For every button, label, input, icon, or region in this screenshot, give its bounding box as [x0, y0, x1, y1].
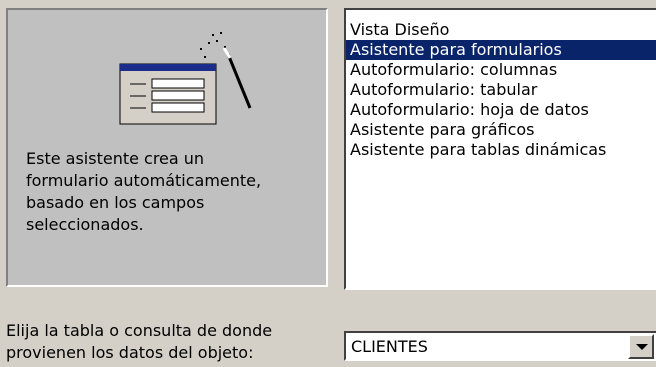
wizard-type-list[interactable]: Vista Diseño Asistente para formularios Au…	[344, 8, 656, 290]
wizard-list-item[interactable]: Autoformulario: columnas	[346, 60, 656, 80]
wizard-list-item[interactable]: Autoformulario: tabular	[346, 80, 656, 100]
wizard-list-item[interactable]: Vista Diseño	[346, 20, 656, 40]
source-prompt-label: Elija la tabla o consulta de donde provi…	[6, 321, 273, 362]
wizard-list-item[interactable]: Autoformulario: hoja de datos	[346, 100, 656, 120]
wizard-list-item[interactable]: Asistente para tablas dinámicas	[346, 140, 656, 160]
dropdown-button[interactable]	[628, 334, 654, 359]
form-wizard-icon	[119, 32, 252, 125]
wizard-description: Este asistente crea un formulario automá…	[26, 149, 262, 234]
wizard-list-item[interactable]: Asistente para formularios	[346, 40, 656, 60]
dropdown-arrow-icon	[636, 344, 648, 350]
source-table-combobox[interactable]: CLIENTES	[344, 331, 656, 361]
wizard-preview-panel: Este asistente crea un formulario automá…	[6, 8, 328, 287]
wizard-list-item[interactable]: Asistente para gráficos	[346, 120, 656, 140]
source-table-value: CLIENTES	[351, 337, 428, 356]
